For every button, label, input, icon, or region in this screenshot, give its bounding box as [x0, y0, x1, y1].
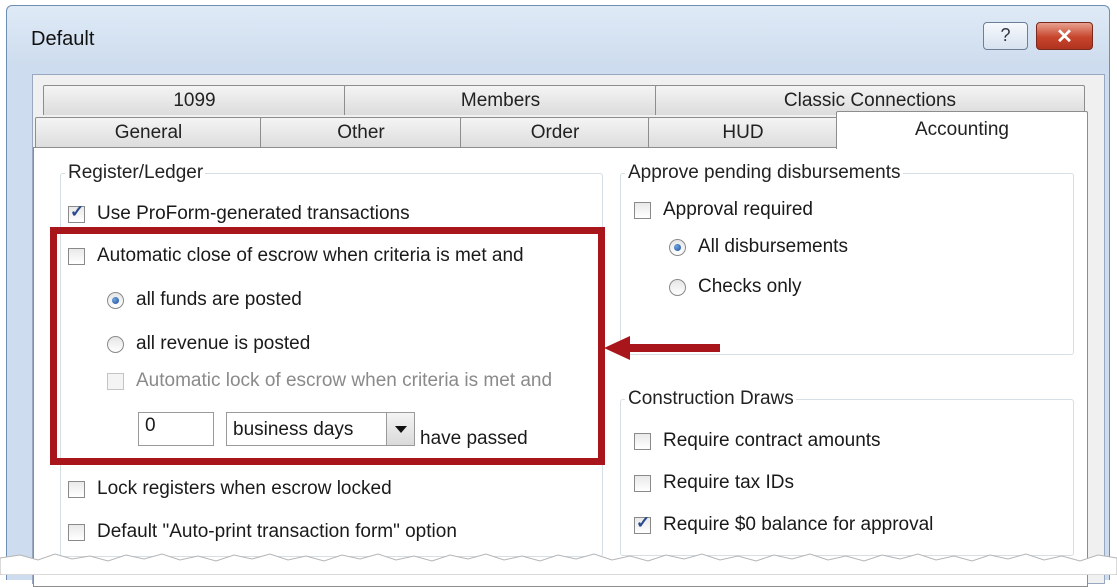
auto-print-checkbox[interactable]: Default "Auto-print transaction form" op… [68, 521, 457, 543]
tab-order[interactable]: Order [460, 117, 650, 148]
register-ledger-legend: Register/Ledger [68, 162, 204, 183]
annotation-arrow-icon [604, 336, 630, 360]
tab-hud[interactable]: HUD [648, 117, 838, 148]
torn-edge-decoration [0, 553, 1117, 575]
checks-only-radio[interactable]: Checks only [669, 276, 802, 298]
checkbox-icon[interactable] [68, 480, 85, 498]
annotation-highlight-box [50, 227, 605, 465]
tab-members[interactable]: Members [344, 85, 657, 115]
require-zero-balance-checkbox[interactable]: Require $0 balance for approval [634, 513, 933, 536]
checkbox-icon[interactable] [68, 523, 85, 541]
approve-disbursements-legend: Approve pending disbursements [628, 162, 901, 183]
approve-disbursements-group: Approve pending disbursements [620, 162, 1074, 355]
radio-icon[interactable] [669, 278, 686, 296]
window-title: Default [31, 28, 95, 50]
checkbox-icon[interactable] [634, 201, 651, 219]
help-button[interactable]: ? [983, 22, 1028, 50]
close-button[interactable]: ✕ [1036, 22, 1093, 50]
tab-accounting[interactable]: Accounting [836, 111, 1088, 149]
tab-other[interactable]: Other [260, 117, 462, 148]
close-icon: ✕ [1056, 26, 1073, 48]
annotation-arrow-shaft [625, 344, 720, 352]
checkbox-icon[interactable] [634, 432, 651, 450]
lock-registers-checkbox[interactable]: Lock registers when escrow locked [68, 478, 392, 500]
approval-required-checkbox[interactable]: Approval required [634, 199, 813, 221]
use-proform-checkbox[interactable]: Use ProForm-generated transactions [68, 202, 410, 225]
tab-1099[interactable]: 1099 [43, 85, 346, 115]
checkbox-checked-icon[interactable] [634, 513, 651, 534]
checkbox-icon[interactable] [634, 474, 651, 492]
checkbox-checked-icon[interactable] [68, 202, 85, 223]
require-tax-ids-checkbox[interactable]: Require tax IDs [634, 472, 794, 494]
all-disbursements-radio[interactable]: All disbursements [669, 236, 848, 258]
construction-draws-legend: Construction Draws [628, 388, 794, 409]
radio-selected-icon[interactable] [669, 238, 686, 256]
help-icon: ? [1000, 25, 1011, 45]
require-contract-amounts-checkbox[interactable]: Require contract amounts [634, 430, 881, 452]
tab-general[interactable]: General [35, 117, 262, 148]
